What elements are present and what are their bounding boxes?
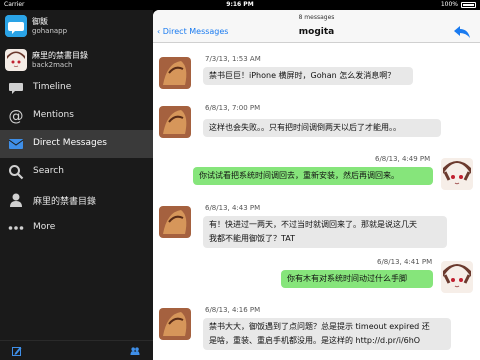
menu-item-profile[interactable]: 麻里的禁書目錄 bbox=[0, 186, 153, 214]
clock: 9:16 PM bbox=[226, 1, 254, 8]
menu-item-label: More bbox=[33, 222, 56, 232]
message-timestamp: 6/8/13, 4:16 PM bbox=[205, 306, 261, 314]
message-timestamp: 6/8/13, 7:00 PM bbox=[205, 104, 261, 112]
avatar bbox=[441, 158, 473, 190]
conversation-title: mogita bbox=[298, 27, 335, 37]
compose-icon[interactable] bbox=[12, 346, 22, 356]
menu-item-label: Search bbox=[33, 166, 64, 176]
account-screen-name: gohanapp bbox=[32, 27, 68, 35]
status-bar: Carrier 9:16 PM 100% bbox=[0, 0, 480, 10]
menu-item-label: 麻里的禁書目錄 bbox=[33, 197, 97, 207]
avatar bbox=[441, 261, 473, 293]
message-bubble[interactable]: 禁书巨巨！iPhone 横屏时，Gohan 怎么发消息啊？ bbox=[203, 67, 413, 85]
avatar bbox=[159, 57, 191, 89]
reply-icon[interactable] bbox=[454, 26, 470, 38]
menu-item-label: Mentions bbox=[33, 110, 74, 120]
message-text-line: 有！快进过一两天，不过当时就调回来了。那就是说这几天 bbox=[209, 220, 417, 229]
message-text: 这样也会失败。。只有把时间调倒两天以后了才能用。。 bbox=[209, 123, 401, 132]
navigation-bar: 8 messages ‹ Direct Messages mogita bbox=[153, 10, 480, 43]
message-text: 你试试看把系统时间调回去，重新安装，然后再调回来。 bbox=[199, 171, 399, 180]
sidebar-footer bbox=[0, 340, 153, 360]
conversation-panel: 8 messages ‹ Direct Messages mogita 7/3/… bbox=[153, 10, 480, 360]
menu-item-timeline[interactable]: Timeline bbox=[0, 74, 153, 102]
envelope-icon bbox=[8, 139, 24, 149]
message-timestamp: 6/8/13, 4:49 PM bbox=[375, 155, 431, 163]
svg-text:@: @ bbox=[9, 108, 24, 124]
message-count: 8 messages bbox=[298, 14, 335, 21]
message-row: 6/8/13, 4:43 PM 有！快进过一两天，不过当时就调回来了。那就是说这… bbox=[153, 202, 480, 258]
app-avatar bbox=[5, 15, 27, 37]
avatar bbox=[159, 206, 191, 238]
account-name: 麻里的禁書目錄 bbox=[32, 51, 88, 60]
battery-percent: 100% bbox=[440, 1, 458, 8]
menu-item-direct-messages[interactable]: Direct Messages bbox=[0, 130, 153, 158]
message-bubble[interactable]: 有！快进过一两天，不过当时就调回来了。那就是说这几天 我都不能用御饭了？TAT bbox=[203, 216, 447, 248]
message-timestamp: 6/8/13, 4:41 PM bbox=[377, 258, 433, 266]
message-text: 你有木有对系统时间动过什么手脚 bbox=[287, 274, 407, 283]
message-text: 禁书巨巨！iPhone 横屏时，Gohan 怎么发消息啊？ bbox=[209, 71, 396, 80]
message-bubble[interactable]: 你有木有对系统时间动过什么手脚 bbox=[281, 270, 433, 288]
person-icon bbox=[10, 193, 22, 207]
message-timestamp: 7/3/13, 1:53 AM bbox=[205, 55, 261, 63]
menu-item-search[interactable]: Search bbox=[0, 158, 153, 186]
sidebar: 御飯 gohanapp 麻里的禁書目錄 back2mach Timeline @… bbox=[0, 10, 153, 360]
account-screen-name: back2mach bbox=[32, 61, 73, 69]
message-bubble[interactable]: 你试试看把系统时间调回去，重新安装，然后再调回来。 bbox=[193, 167, 433, 185]
message-timestamp: 6/8/13, 4:43 PM bbox=[205, 204, 261, 212]
search-icon bbox=[9, 165, 24, 180]
message-row: 6/8/13, 7:00 PM 这样也会失败。。只有把时间调倒两天以后了才能用。… bbox=[153, 102, 480, 148]
message-row: 6/8/13, 4:49 PM 你试试看把系统时间调回去，重新安装，然后再调回来… bbox=[153, 155, 480, 201]
at-icon: @ bbox=[9, 108, 24, 124]
avatar bbox=[159, 308, 191, 340]
user-avatar bbox=[5, 49, 27, 71]
more-dots-icon bbox=[8, 226, 24, 230]
account-gohanapp[interactable]: 御飯 gohanapp bbox=[0, 12, 153, 40]
menu-item-label: Direct Messages bbox=[33, 138, 107, 148]
users-icon[interactable] bbox=[130, 346, 140, 356]
account-back2mach[interactable]: 麻里的禁書目錄 back2mach bbox=[0, 46, 153, 74]
message-text-line: 是啥，重装、重启手机都没用。是这样的 http://d.pr/i/6hO bbox=[209, 336, 421, 345]
account-name: 御飯 bbox=[32, 17, 48, 26]
message-text-line: 禁书大大，御饭遇到了点问题？总是提示 timeout expired 还 bbox=[209, 322, 430, 331]
message-text-line: 我都不能用御饭了？TAT bbox=[209, 234, 296, 243]
message-row: 7/3/13, 1:53 AM 禁书巨巨！iPhone 横屏时，Gohan 怎么… bbox=[153, 50, 480, 96]
message-row: 6/8/13, 4:41 PM 你有木有对系统时间动过什么手脚 bbox=[153, 258, 480, 304]
message-bubble[interactable]: 禁书大大，御饭遇到了点问题？总是提示 timeout expired 还 是啥，… bbox=[203, 318, 451, 350]
menu-item-more[interactable]: More bbox=[0, 214, 153, 242]
message-bubble[interactable]: 这样也会失败。。只有把时间调倒两天以后了才能用。。 bbox=[203, 119, 441, 137]
menu-item-label: Timeline bbox=[33, 82, 72, 92]
avatar bbox=[159, 106, 191, 138]
menu-item-mentions[interactable]: @ Mentions bbox=[0, 102, 153, 130]
battery-icon bbox=[461, 2, 476, 8]
speech-bubble-icon bbox=[9, 83, 23, 94]
message-row: 6/8/13, 4:16 PM 禁书大大，御饭遇到了点问题？总是提示 timeo… bbox=[153, 304, 480, 360]
